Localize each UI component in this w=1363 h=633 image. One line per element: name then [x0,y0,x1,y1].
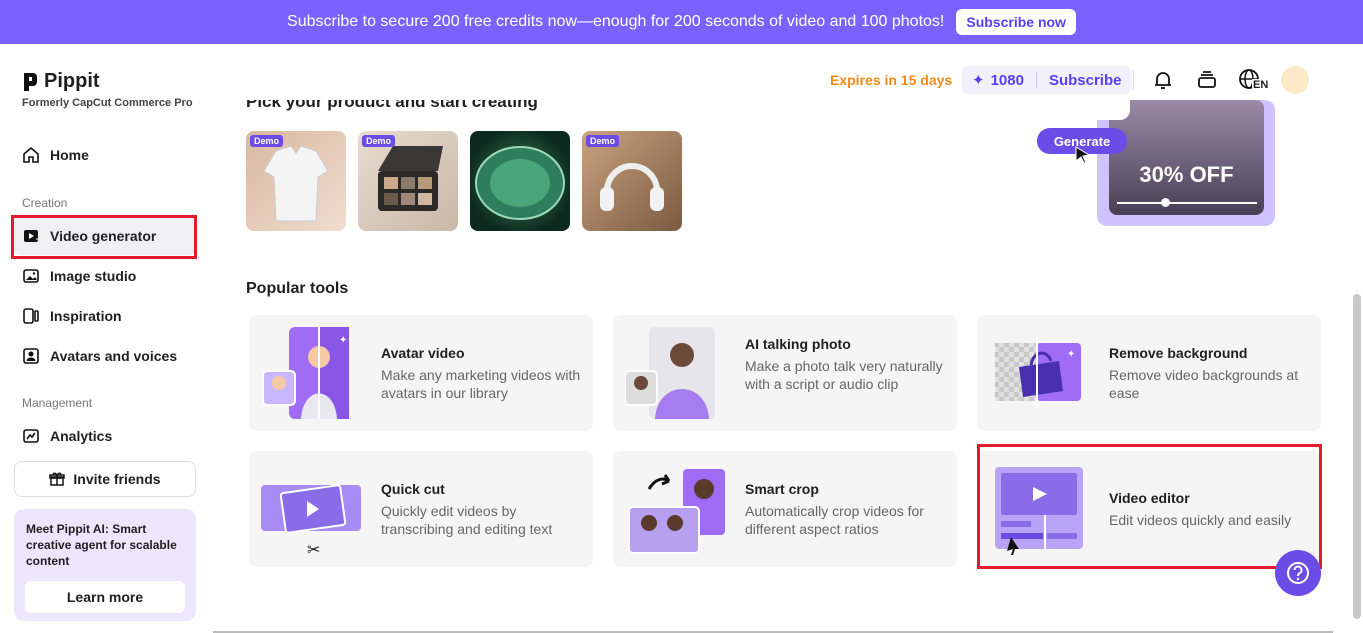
sparkle-icon: ✦ [1067,349,1075,360]
tool-card-video-editor[interactable]: Video editor Edit videos quickly and eas… [977,451,1321,567]
subscribe-link[interactable]: Subscribe [1049,72,1122,89]
hero-discount: 30% OFF [1139,162,1234,187]
popular-tools-heading: Popular tools [246,280,349,297]
image-studio-icon [23,269,39,283]
main-content: Pick your product and start creating Dem… [210,100,1350,633]
sidebar-item-label: Inspiration [50,308,122,324]
sidebar-item-analytics[interactable]: Analytics [14,417,196,455]
divider [1035,72,1037,88]
demo-badge: Demo [362,135,396,147]
demo-product-eyeshadow[interactable]: Demo [358,131,458,231]
help-button[interactable] [1275,550,1321,596]
products-heading: Pick your product and start creating [246,100,538,111]
pippit-logo-icon [24,72,37,91]
hero-image: 30% OFF [1109,100,1264,215]
avatar-video-thumbnail: ✦ [262,327,349,419]
demo-badge: Demo [586,135,620,147]
help-icon [1287,562,1309,584]
tool-title: Remove background [1109,345,1248,361]
brand-name: Pippit [44,70,100,92]
sidebar: Pippit Formerly CapCut Commerce Pro Home… [0,44,210,633]
sidebar-item-label: Home [50,147,89,163]
tool-card-remove-background[interactable]: ✦ Remove background Remove video backgro… [977,315,1321,431]
sidebar-item-video-generator[interactable]: Video generator [14,217,196,255]
invite-friends-label: Invite friends [73,471,161,487]
plate-image [475,146,565,220]
tool-card-smart-crop[interactable]: Smart crop Automatically crop videos for… [613,451,957,567]
hero-progress-track [1117,202,1257,204]
tool-description: Automatically crop videos for different … [745,503,924,537]
sidebar-item-label: Video generator [50,228,157,244]
smart-crop-thumbnail [628,469,725,554]
quick-cut-thumbnail: ✂ [261,484,361,555]
scissors-icon: ✂ [307,542,320,555]
sidebar-item-avatars-voices[interactable]: Avatars and voices [14,337,196,375]
divider [1133,70,1134,90]
demo-product-headphones[interactable]: Demo [582,131,682,231]
language-code: EN [1252,79,1270,91]
tool-title: Avatar video [381,345,465,361]
video-generator-icon [24,230,38,242]
tool-description: Quickly edit videos by transcribing and … [381,503,553,537]
sidebar-item-inspiration[interactable]: Inspiration [14,297,196,335]
learn-more-button[interactable]: Learn more [25,581,185,613]
bell-icon[interactable] [1151,68,1175,92]
language-selector[interactable]: EN [1238,68,1272,92]
remove-background-thumbnail: ✦ [995,337,1081,409]
avatar-icon [23,348,39,364]
demo-badge: Demo [250,135,284,147]
sidebar-item-image-studio[interactable]: Image studio [14,257,196,295]
tool-card-avatar-video[interactable]: ✦ Avatar video Make any marketing videos… [249,315,593,431]
subscribe-banner: Subscribe to secure 200 free credits now… [0,0,1363,44]
tool-title: AI talking photo [745,336,851,352]
scrollbar[interactable] [1353,294,1361,619]
tool-title: Video editor [1109,490,1190,506]
credits-count: 1080 [990,71,1024,89]
demo-product-shirt[interactable]: Demo [246,131,346,231]
video-editor-thumbnail [995,467,1083,555]
tool-description: Make a photo talk very naturally with a … [745,358,943,392]
sidebar-item-home[interactable]: Home [14,136,196,174]
sparkle-icon: ✦ [339,335,347,346]
sidebar-item-label: Analytics [50,428,113,444]
hero-top-card [1030,100,1130,120]
invite-friends-button[interactable]: Invite friends [14,461,196,497]
tool-card-ai-talking-photo[interactable]: AI talking photo Make a photo talk very … [613,315,957,431]
section-label-creation: Creation [22,196,68,210]
home-icon [23,146,39,163]
demo-product-plate[interactable] [470,131,570,231]
logo[interactable]: Pippit [22,70,100,93]
tool-title: Smart crop [745,481,819,497]
tool-card-quick-cut[interactable]: ✂ Quick cut Quickly edit videos by trans… [249,451,593,567]
hero-preview: 30% OFF Generate [1030,100,1290,228]
expires-badge[interactable]: Expires in 15 days [830,72,952,88]
gift-icon [49,472,66,486]
promo-text: Meet Pippit AI: Smart creative agent for… [26,522,177,568]
tool-description: Edit videos quickly and easily [1109,512,1292,528]
tool-title: Quick cut [381,481,445,497]
cursor-icon [1075,146,1091,164]
credits-pill[interactable]: ✦ 1080 Subscribe [962,66,1132,94]
hero-progress-knob [1161,198,1170,207]
subscribe-now-button[interactable]: Subscribe now [956,9,1076,35]
ai-talking-photo-thumbnail [625,327,715,419]
sidebar-item-label: Image studio [50,268,137,284]
brand-subtitle: Formerly CapCut Commerce Pro [22,97,193,109]
banner-text: Subscribe to secure 200 free credits now… [287,13,945,30]
pippit-ai-promo: Meet Pippit AI: Smart creative agent for… [14,509,196,621]
inspiration-icon [23,308,39,324]
sidebar-item-label: Avatars and voices [50,348,178,364]
tool-description: Remove video backgrounds at ease [1109,367,1299,401]
analytics-icon [23,429,39,443]
section-label-management: Management [22,396,93,410]
tool-description: Make any marketing videos with avatars i… [381,367,581,401]
user-avatar[interactable] [1281,66,1309,94]
sparkle-icon: ✦ [972,72,985,89]
stack-icon[interactable] [1195,68,1219,92]
